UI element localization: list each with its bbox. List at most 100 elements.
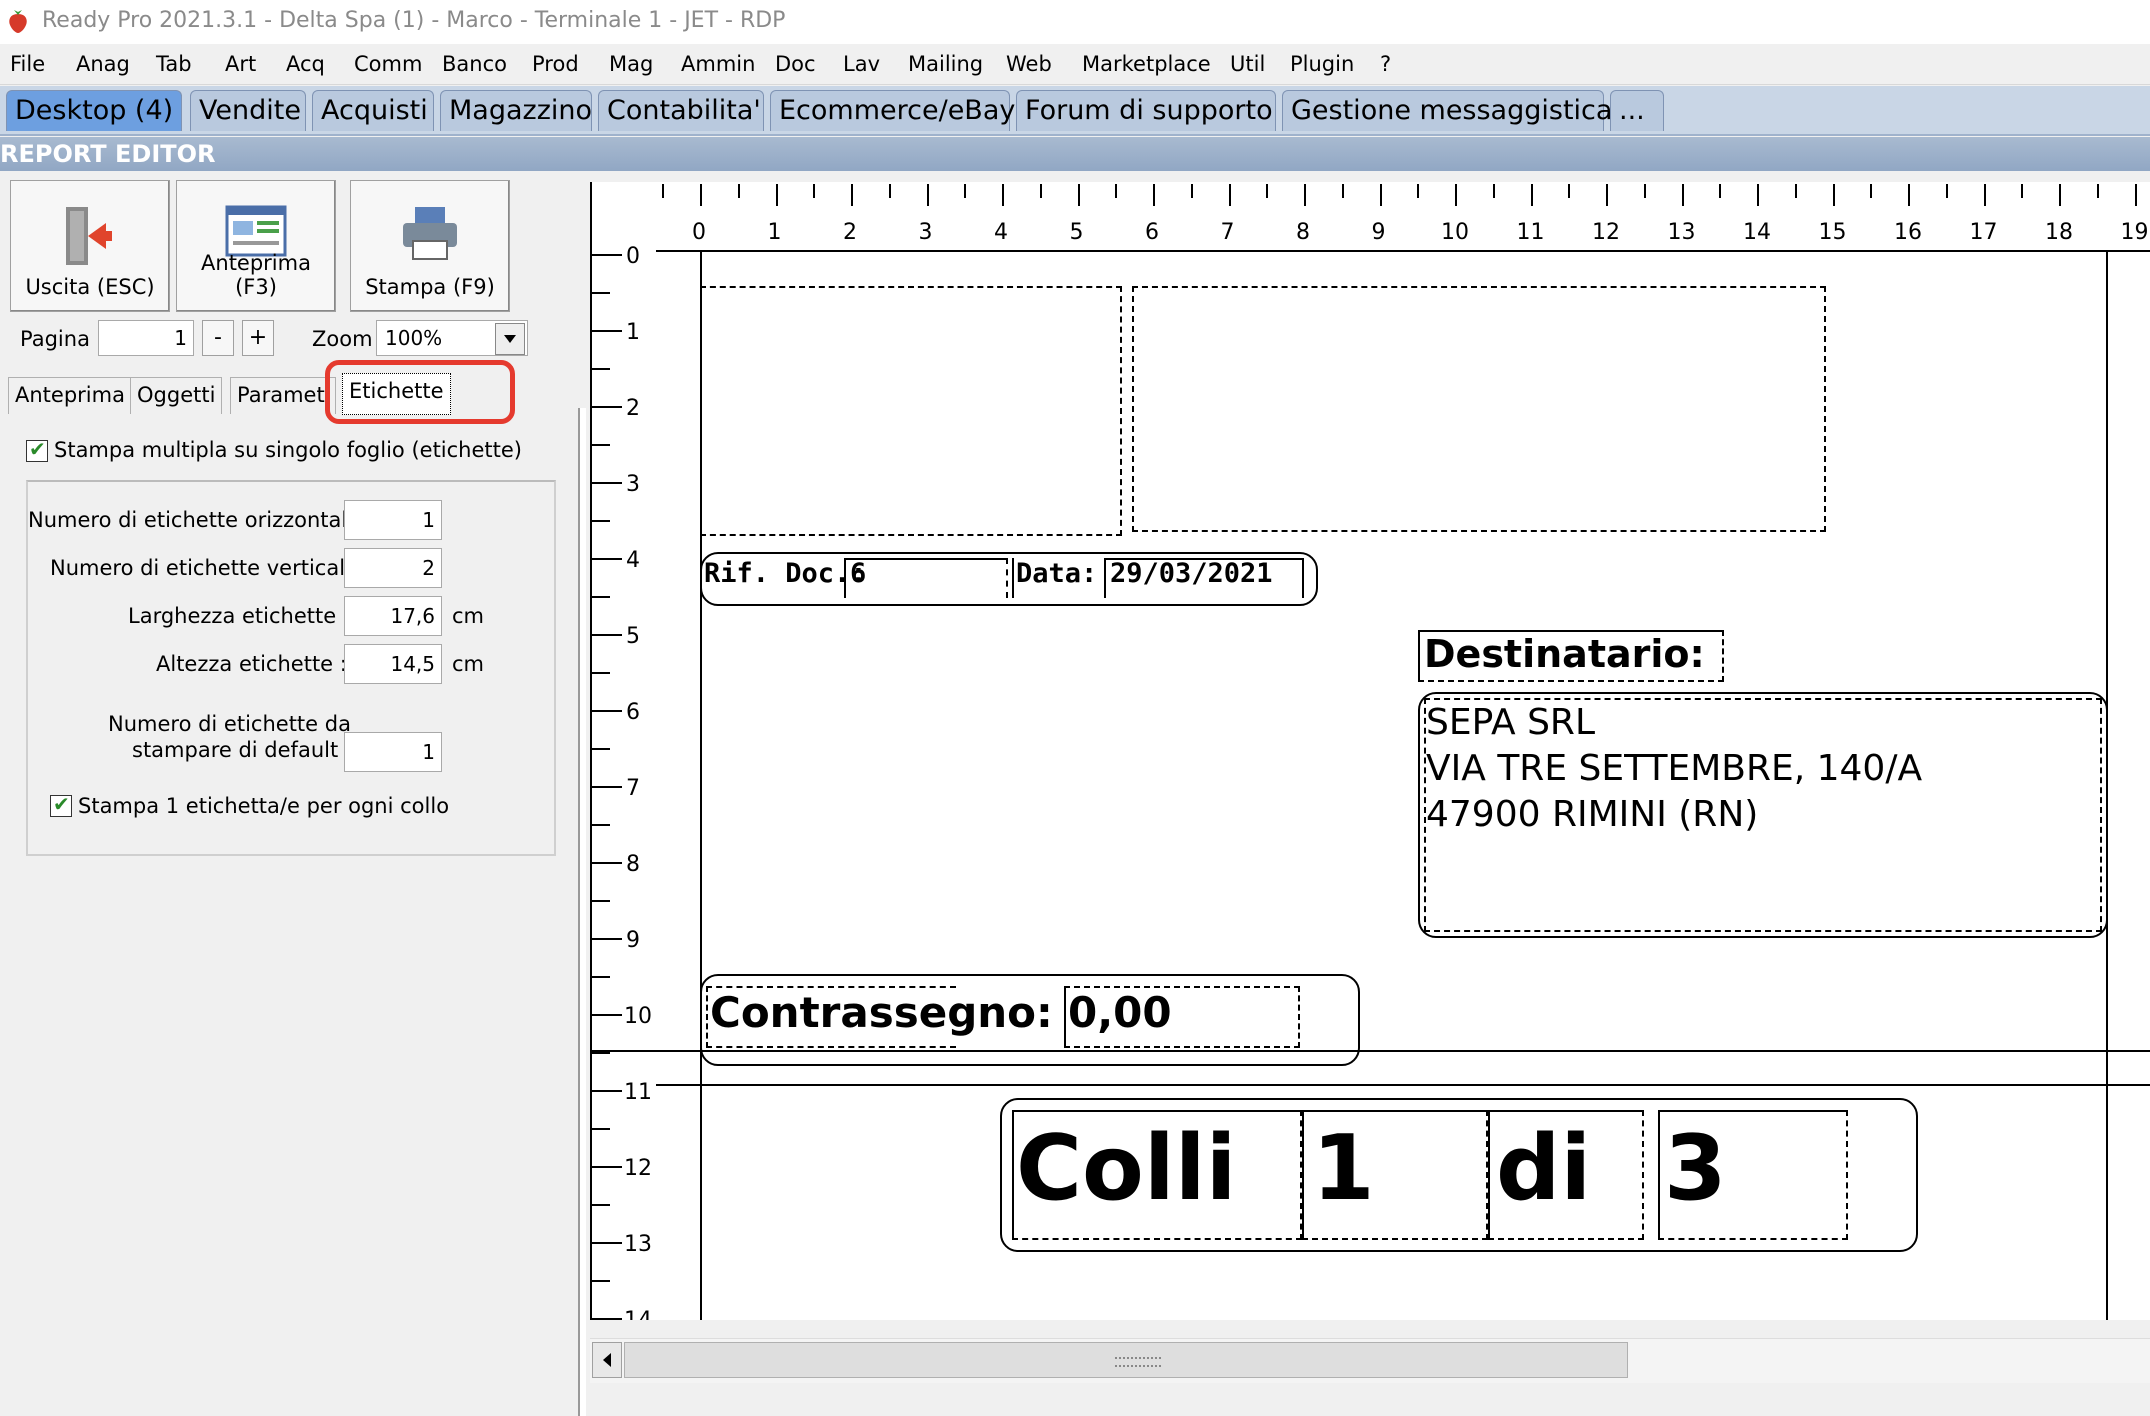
- ruler-label-top: 12: [1592, 220, 1620, 245]
- scroll-thumb[interactable]: [624, 1342, 1628, 1378]
- horizontal-labels-input[interactable]: 1: [344, 500, 442, 540]
- multi-print-checkbox[interactable]: ✔: [26, 437, 48, 462]
- tab-ecommerce-ebay[interactable]: Ecommerce/eBay: [770, 90, 1015, 131]
- exit-door-icon: [66, 207, 112, 265]
- ruler-tick: [592, 938, 622, 940]
- page-input[interactable]: 1: [98, 320, 194, 356]
- cod-label: Contrassegno:: [710, 988, 1053, 1037]
- ruler-tick: [592, 520, 610, 522]
- ruler-label-top: 8: [1296, 220, 1310, 245]
- panel-splitter[interactable]: [578, 408, 586, 1416]
- ruler-tick: [1681, 184, 1684, 206]
- exit-button[interactable]: Uscita (ESC): [10, 180, 170, 312]
- title-bar: Ready Pro 2021.3.1 - Delta Spa (1) - Mar…: [0, 0, 2150, 44]
- ruler-label-top: 18: [2045, 220, 2073, 245]
- sender-frame[interactable]: [1132, 286, 1826, 532]
- menu-item-web[interactable]: Web: [1006, 52, 1052, 76]
- ruler-tick: [592, 330, 622, 332]
- ruler-label-top: 3: [918, 220, 933, 245]
- menu-item-lav[interactable]: Lav: [843, 52, 880, 76]
- doc-ref-label: Rif. Doc.:: [704, 558, 867, 589]
- ruler-label-top: 19: [2120, 220, 2149, 245]
- ruler-tick: [775, 184, 778, 206]
- ruler-tick: [1719, 184, 1722, 198]
- tab-anteprima[interactable]: Anteprima: [8, 377, 132, 414]
- tab-acquisti[interactable]: Acquisti: [312, 90, 434, 131]
- ruler-label-left: 12: [624, 1156, 652, 1181]
- ruler-label-top: 0: [692, 220, 706, 245]
- date-value: 29/03/2021: [1110, 558, 1273, 589]
- report-canvas[interactable]: Rif. Doc.: 6 Data: 29/03/2021 Destinatar…: [590, 252, 2150, 1320]
- scroll-left-button[interactable]: [592, 1342, 622, 1378]
- ruler-tick: [1002, 184, 1004, 206]
- default-count-input[interactable]: 1: [344, 732, 442, 772]
- checkmark-icon: ✔: [53, 792, 70, 816]
- tab-vendite[interactable]: Vendite: [190, 90, 306, 131]
- section-title: REPORT EDITOR: [0, 140, 216, 168]
- menu-item-mailing[interactable]: Mailing: [908, 52, 983, 76]
- per-parcel-checkbox[interactable]: ✔: [50, 792, 72, 817]
- label-width-unit: cm: [452, 604, 485, 628]
- menu-item-prod[interactable]: Prod: [532, 52, 579, 76]
- zoom-select[interactable]: 100%: [376, 320, 528, 356]
- ruler-tick: [1341, 184, 1344, 198]
- ruler-tick: [1153, 184, 1155, 206]
- page-minus-button[interactable]: -: [202, 320, 234, 356]
- grip-icon: [1115, 1357, 1161, 1367]
- logo-frame[interactable]: [700, 286, 1122, 536]
- ruler-tick: [592, 254, 622, 256]
- tab-contabilita[interactable]: Contabilita': [598, 90, 764, 131]
- menu-item-banco[interactable]: Banco: [442, 52, 507, 76]
- menu-item-acq[interactable]: Acq: [286, 52, 325, 76]
- ruler-tick: [2134, 184, 2137, 206]
- tab-desktop-4[interactable]: Desktop (4): [6, 90, 182, 131]
- menu-item-ammin[interactable]: Ammin: [681, 52, 755, 76]
- menu-item-mag[interactable]: Mag: [609, 52, 653, 76]
- menu-item-util[interactable]: Util: [1230, 52, 1265, 76]
- tab-forum-di-supporto[interactable]: Forum di supporto: [1016, 90, 1276, 131]
- ruler-label-left: 9: [626, 928, 640, 953]
- ruler-label-top: 4: [994, 220, 1008, 245]
- print-button[interactable]: Stampa (F9): [350, 180, 510, 312]
- tab-more[interactable]: ...: [1610, 90, 1664, 131]
- ruler-tick: [592, 1166, 622, 1168]
- ruler-tick: [926, 184, 929, 206]
- menu-item-plugin[interactable]: Plugin: [1290, 52, 1354, 76]
- ruler-tick: [2096, 184, 2099, 198]
- menu-item-doc[interactable]: Doc: [775, 52, 816, 76]
- ruler-label-top: 17: [1969, 220, 1998, 245]
- ruler-tick: [592, 1128, 610, 1130]
- ruler-tick: [592, 824, 610, 826]
- ruler-tick: [1492, 184, 1495, 198]
- ruler-label-left: 0: [626, 244, 640, 269]
- menu-item-comm[interactable]: Comm: [354, 52, 422, 76]
- tab-gestione-messaggistica[interactable]: Gestione messaggistica: [1282, 90, 1612, 131]
- ruler-tick: [1039, 184, 1042, 198]
- page-plus-button[interactable]: +: [242, 320, 274, 356]
- dropdown-arrow-icon[interactable]: [495, 323, 525, 355]
- ruler-tick: [1794, 184, 1797, 198]
- preview-button[interactable]: Anteprima (F3): [176, 180, 336, 312]
- tab-oggetti[interactable]: Oggetti: [130, 377, 223, 414]
- ruler-tick: [1190, 184, 1193, 198]
- ruler-tick: [592, 862, 622, 864]
- menu-item-anag[interactable]: Anag: [76, 52, 130, 76]
- ruler-tick: [1832, 184, 1835, 206]
- tab-parametri[interactable]: Parameti: [230, 377, 336, 414]
- ruler-label-top: 7: [1220, 220, 1235, 245]
- menu-item-file[interactable]: File: [10, 52, 45, 76]
- menu-item-help[interactable]: ?: [1380, 52, 1391, 76]
- menu-item-art[interactable]: Art: [225, 52, 256, 76]
- label-width-input[interactable]: 17,6: [344, 596, 442, 636]
- tab-magazzino[interactable]: Magazzino: [440, 90, 592, 131]
- vertical-labels-input[interactable]: 2: [344, 548, 442, 588]
- ruler-tick: [1379, 184, 1382, 206]
- ruler-label-top: 11: [1516, 220, 1545, 245]
- doc-ref-field[interactable]: [844, 558, 1008, 598]
- menu-item-tab[interactable]: Tab: [156, 52, 192, 76]
- ruler-tick: [1530, 184, 1533, 206]
- ruler-tick: [592, 482, 622, 484]
- menu-item-marketplace[interactable]: Marketplace: [1082, 52, 1211, 76]
- label-height-input[interactable]: 14,5: [344, 644, 442, 684]
- ruler-label-top: 13: [1667, 220, 1696, 245]
